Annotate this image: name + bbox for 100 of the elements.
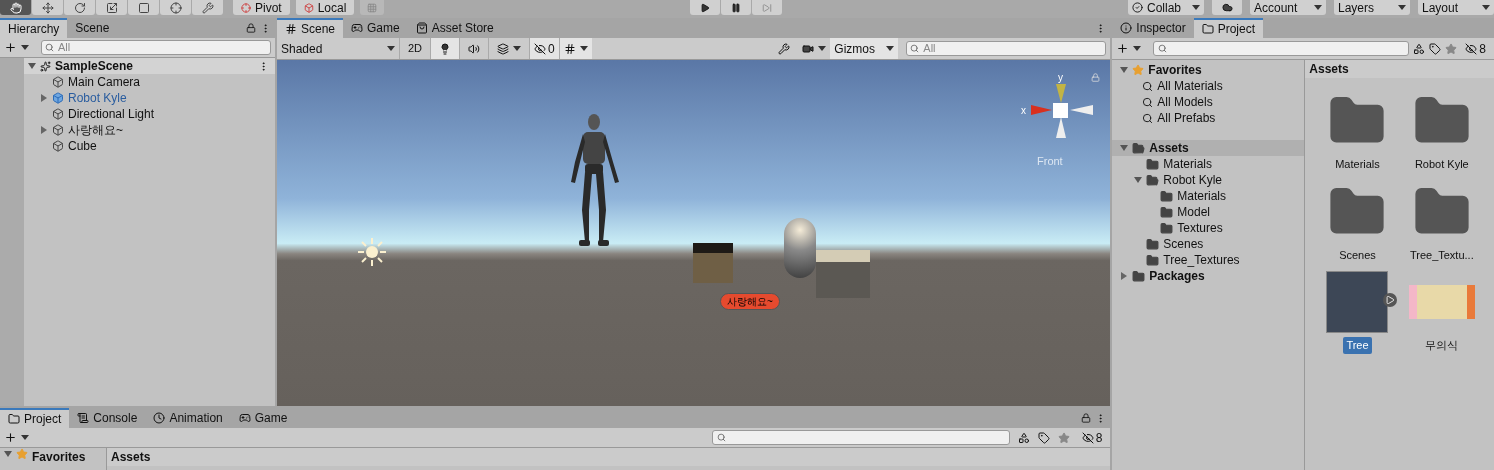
- local-button[interactable]: Local: [295, 0, 355, 15]
- tree-row[interactable]: Materials: [1112, 188, 1305, 204]
- scene-name: SampleScene: [55, 58, 134, 75]
- tree-row[interactable]: Assets: [1112, 140, 1305, 156]
- grid-icon: [563, 42, 576, 55]
- collapsed-arrow-icon[interactable]: [40, 94, 48, 102]
- panel-tab[interactable]: Project: [0, 408, 70, 428]
- tree-row[interactable]: Robot Kyle: [1112, 172, 1305, 188]
- tab-icon: [8, 413, 20, 425]
- scene-header[interactable]: SampleScene: [24, 58, 275, 74]
- play-button[interactable]: [690, 0, 721, 15]
- search-field[interactable]: [711, 430, 1010, 445]
- hierarchy-item[interactable]: Directional Light: [24, 106, 275, 122]
- sun-light-icon: [357, 237, 387, 267]
- favorite-item[interactable]: All Prefabs: [1112, 110, 1305, 126]
- folder-icon: [1160, 221, 1174, 235]
- expanded-arrow-icon[interactable]: [28, 62, 36, 70]
- collapsed-arrow-icon[interactable]: [40, 126, 48, 134]
- hidden-count[interactable]: 0: [530, 39, 559, 58]
- panel-tab[interactable]: Scene: [277, 18, 344, 38]
- asset-tile[interactable]: Materials: [1315, 90, 1400, 173]
- search-field[interactable]: All: [41, 40, 271, 55]
- play-icon: [700, 2, 711, 13]
- hierarchy-item[interactable]: Cube: [24, 138, 275, 154]
- asset-tile[interactable]: Tree: [1315, 271, 1400, 354]
- asset-tile[interactable]: Scenes: [1315, 180, 1400, 263]
- expanded-arrow-icon[interactable]: [1120, 144, 1129, 152]
- tree-row[interactable]: Packages: [1112, 268, 1305, 284]
- panel-tab[interactable]: Scene: [67, 18, 118, 38]
- tree-row[interactable]: Model: [1112, 204, 1305, 220]
- panel-tab[interactable]: Game: [343, 18, 408, 38]
- tool-button[interactable]: [0, 0, 31, 15]
- search-field[interactable]: [1153, 41, 1410, 56]
- dropdown-button[interactable]: Layers: [1334, 0, 1410, 15]
- lighting-toggle[interactable]: [430, 38, 460, 59]
- tool-button[interactable]: [160, 0, 191, 15]
- hidden-count[interactable]: 8: [1077, 428, 1107, 447]
- folder-icon: [1132, 269, 1146, 283]
- hierarchy-item[interactable]: 사랑해요~: [24, 122, 275, 138]
- search-field[interactable]: All: [906, 41, 1107, 56]
- dropdown-button[interactable]: Layout: [1418, 0, 1494, 15]
- hierarchy-item[interactable]: Main Camera: [24, 74, 275, 90]
- asset-tile[interactable]: 무의식: [1399, 271, 1484, 354]
- tool-button[interactable]: [128, 0, 159, 15]
- panel-tab[interactable]: Project: [1193, 18, 1264, 38]
- tree-row[interactable]: Materials: [1112, 156, 1305, 172]
- panel-tab[interactable]: Animation: [145, 408, 231, 428]
- asset-tile[interactable]: Robot Kyle: [1399, 90, 1484, 173]
- tree-row[interactable]: Tree_Textures: [1112, 252, 1305, 268]
- panel-tab[interactable]: Game: [230, 408, 296, 428]
- asset-tile[interactable]: Tree_Textu...: [1399, 180, 1484, 263]
- panel-tab[interactable]: Console: [69, 408, 146, 428]
- add-icon: [4, 41, 17, 54]
- scene-viewport[interactable]: 사랑해요~ y x Front: [277, 60, 1111, 406]
- tree-row[interactable]: Textures: [1112, 220, 1305, 236]
- tree-row[interactable]: Scenes: [1112, 236, 1305, 252]
- tree-label: Favorites: [1148, 62, 1202, 79]
- cloud-button[interactable]: [1212, 0, 1242, 15]
- rotate-tool-icon: [73, 1, 86, 14]
- tool-button[interactable]: [64, 0, 95, 15]
- camera-icon: [802, 42, 815, 55]
- tree-label: Robot Kyle: [1163, 172, 1222, 189]
- tree-label[interactable]: Favorites: [32, 448, 86, 466]
- tab-icon: [351, 22, 364, 34]
- hidden-icon: [1465, 42, 1478, 55]
- pause-button[interactable]: [721, 0, 752, 15]
- expanded-arrow-icon[interactable]: [1134, 176, 1143, 184]
- breadcrumb-header: Assets: [1305, 60, 1494, 78]
- dropdown-caret-icon: [21, 435, 29, 440]
- asset-label: 무의식: [1424, 338, 1460, 353]
- panel-tab[interactable]: Inspector: [1112, 18, 1194, 38]
- dropdown-caret-icon: [21, 45, 29, 50]
- panel-tab[interactable]: Asset Store: [407, 18, 502, 38]
- tool-button[interactable]: [96, 0, 127, 15]
- dropdown-button[interactable]: Account: [1250, 0, 1326, 15]
- hidden-count[interactable]: 8: [1461, 39, 1490, 58]
- favorite-label: All Prefabs: [1157, 110, 1216, 127]
- grid-snap-icon: [367, 2, 378, 13]
- collab-button[interactable]: Collab: [1128, 0, 1204, 15]
- panel-tab[interactable]: Hierarchy: [0, 18, 68, 38]
- collapsed-arrow-icon[interactable]: [1120, 272, 1129, 280]
- gizmos-dropdown[interactable]: Gizmos: [830, 38, 899, 59]
- pivot-button[interactable]: Pivot: [233, 0, 290, 15]
- favorite-item[interactable]: All Models: [1112, 94, 1305, 110]
- favorite-icon: [1445, 42, 1458, 55]
- favorite-label: All Models: [1157, 94, 1213, 111]
- expanded-arrow-icon[interactable]: [4, 450, 12, 458]
- hierarchy-item[interactable]: Robot Kyle: [24, 90, 275, 106]
- folder-icon: [1146, 173, 1160, 187]
- layers-icon: [497, 42, 510, 55]
- shading-dropdown[interactable]: Shaded: [277, 38, 399, 59]
- orientation-gizmo[interactable]: y x: [1019, 72, 1103, 144]
- tool-button[interactable]: [192, 0, 223, 15]
- tool-button[interactable]: [32, 0, 63, 15]
- favorite-item[interactable]: All Materials: [1112, 78, 1305, 94]
- search-icon: [910, 44, 920, 53]
- tree-row[interactable]: Favorites: [1112, 62, 1305, 78]
- expanded-arrow-icon[interactable]: [1120, 66, 1129, 74]
- folder-icon: [1146, 237, 1160, 251]
- grid-dropdown[interactable]: [558, 38, 592, 59]
